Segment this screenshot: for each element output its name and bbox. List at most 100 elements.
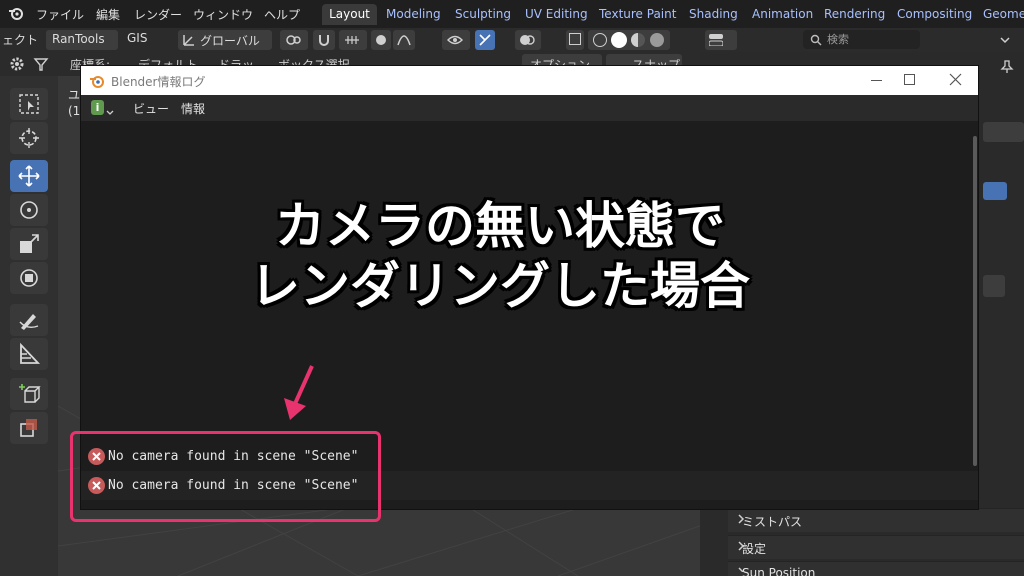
rendered-shading-icon[interactable] <box>650 33 664 47</box>
viewport-mode-label: ユ <box>68 88 81 102</box>
menu-file[interactable]: ファイル <box>36 6 84 23</box>
props-field[interactable] <box>983 122 1024 142</box>
gis-menu[interactable]: GIS <box>127 31 147 45</box>
tab-layout[interactable]: Layout <box>322 4 377 25</box>
editor-type-dropdown[interactable]: i <box>89 99 115 117</box>
eye-icon <box>447 33 463 50</box>
move-tool[interactable] <box>10 160 48 192</box>
filter-icon[interactable] <box>33 56 49 75</box>
ran-tools-menu[interactable]: RanTools <box>46 30 118 50</box>
panel-settings[interactable]: 設定 <box>728 535 1024 559</box>
grid-snap-icon <box>344 33 360 50</box>
search-icon <box>810 33 822 52</box>
log-window-menubar: i ビュー 情報 <box>81 95 978 121</box>
extrude-tool[interactable] <box>10 412 48 444</box>
blender-logo-icon[interactable] <box>8 5 24 21</box>
menu-window[interactable]: ウィンドウ <box>193 6 253 23</box>
select-box-tool[interactable] <box>10 88 48 120</box>
transform-icon <box>20 269 38 287</box>
tab-texture-paint[interactable]: Texture Paint <box>599 7 676 21</box>
tool-shelf <box>0 76 58 576</box>
chevron-down-icon[interactable] <box>1000 34 1010 48</box>
panel-mist-pass-label: ミストパス <box>742 515 803 529</box>
transform-tool[interactable] <box>10 262 48 294</box>
tab-compositing[interactable]: Compositing <box>897 7 972 21</box>
props-toggle[interactable] <box>983 182 1007 200</box>
top-menu-bar: ファイル 編集 レンダー ウィンドウ ヘルプ Layout Modeling S… <box>0 0 1024 28</box>
proportional-edit-button[interactable] <box>371 30 391 50</box>
gear-icon[interactable] <box>9 56 25 75</box>
menu-info[interactable]: 情報 <box>181 100 205 117</box>
transform-orientation-dropdown[interactable]: グローバル <box>178 30 272 50</box>
gizmo-toggle-button[interactable] <box>475 30 495 50</box>
chevron-down-icon <box>106 105 114 119</box>
tab-uv-editing[interactable]: UV Editing <box>525 7 588 21</box>
cursor-tool[interactable] <box>10 122 48 154</box>
extrude-icon <box>20 419 37 437</box>
add-cube-tool[interactable] <box>10 378 48 410</box>
log-scrollbar[interactable] <box>973 136 977 466</box>
ran-tools-label: RanTools <box>52 32 105 46</box>
rotate-tool[interactable] <box>10 194 48 226</box>
panel-sun-position-label: Sun Position <box>742 566 816 576</box>
viewport-sub-label: (1 <box>68 104 81 118</box>
tab-rendering[interactable]: Rendering <box>824 7 885 21</box>
panel-chevrons <box>738 514 745 572</box>
material-shading-icon[interactable] <box>631 33 645 47</box>
add-cube-icon <box>19 384 41 403</box>
menu-edit[interactable]: 編集 <box>96 6 120 23</box>
visibility-dropdown[interactable] <box>442 30 470 50</box>
caption-overlay: カメラの無い状態で レンダリングした場合 <box>200 196 800 316</box>
panel-sun-position[interactable]: Sun Position <box>728 561 1024 576</box>
solid-shading-icon[interactable] <box>611 32 627 48</box>
close-icon[interactable] <box>949 73 962 89</box>
shading-mode-group[interactable] <box>588 30 670 50</box>
orientation-value: グローバル <box>200 34 260 48</box>
annotate-tool[interactable] <box>10 304 48 336</box>
rotate-icon <box>20 201 38 219</box>
properties-editor-icon <box>708 34 724 49</box>
pivot-icon <box>286 33 302 50</box>
pencil-icon <box>19 314 39 330</box>
snap-toggle-button[interactable] <box>313 30 335 50</box>
select-box-icon <box>19 94 39 114</box>
menu-render[interactable]: レンダー <box>134 6 182 23</box>
falloff-curve-icon <box>397 33 411 50</box>
wireframe-shading-icon[interactable] <box>593 33 607 47</box>
orientation-icon <box>182 33 196 50</box>
menu-help[interactable]: ヘルプ <box>264 6 300 23</box>
editor-type-dropdown[interactable] <box>705 30 737 50</box>
move-icon <box>18 165 40 187</box>
menu-view[interactable]: ビュー <box>133 100 169 117</box>
xray-toggle-button[interactable] <box>566 30 584 50</box>
snap-target-dropdown[interactable] <box>339 30 367 50</box>
tab-modeling[interactable]: Modeling <box>386 7 441 21</box>
tab-shading[interactable]: Shading <box>689 7 738 21</box>
log-window-titlebar[interactable]: Blender情報ログ <box>81 66 978 95</box>
caption-line-1: カメラの無い状態で <box>275 197 725 255</box>
annotation-arrow <box>284 365 314 420</box>
panel-mist-pass[interactable]: ミストパス <box>728 508 1024 532</box>
pin-icon[interactable] <box>1000 60 1014 77</box>
measure-tool[interactable] <box>10 338 48 370</box>
error-highlight-box <box>70 431 381 522</box>
falloff-dropdown[interactable] <box>393 30 415 50</box>
properties-search-input[interactable]: 検索 <box>803 30 920 49</box>
scale-tool[interactable] <box>10 228 48 260</box>
overlay-toggle-button[interactable] <box>515 30 541 50</box>
tab-animation[interactable]: Animation <box>752 7 813 21</box>
props-list-button[interactable] <box>983 275 1005 297</box>
search-placeholder: 検索 <box>827 33 849 46</box>
object-mode-label[interactable]: ェクト <box>2 31 38 48</box>
tab-geometry-nodes[interactable]: Geomet <box>983 7 1024 21</box>
minimize-icon[interactable] <box>871 80 882 81</box>
pivot-point-button[interactable] <box>280 30 308 50</box>
maximize-icon[interactable] <box>904 74 915 85</box>
proportional-icon <box>376 35 386 45</box>
caption-line-2: レンダリングした場合 <box>250 257 750 315</box>
overlay-icon <box>519 33 535 50</box>
cursor-icon <box>19 128 39 148</box>
tab-sculpting[interactable]: Sculpting <box>455 7 511 21</box>
log-window-title: Blender情報ログ <box>111 75 206 89</box>
xray-icon <box>569 33 581 45</box>
